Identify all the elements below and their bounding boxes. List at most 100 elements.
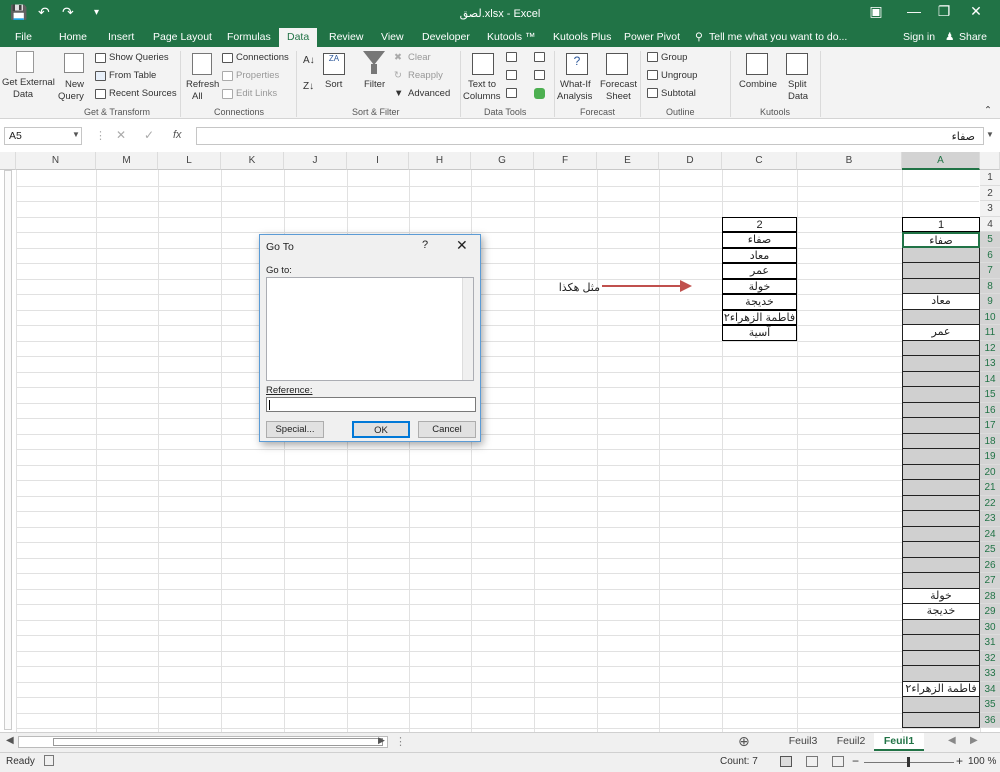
connections-button[interactable]: Connections [236, 52, 289, 63]
select-all-corner[interactable] [980, 152, 1000, 170]
tab-file[interactable]: File [14, 28, 33, 47]
subtotal-button[interactable]: Subtotal [661, 88, 696, 99]
tab-developer[interactable]: Developer [421, 28, 471, 47]
row-header-12[interactable]: 12 [980, 340, 1000, 356]
tab-kutools-plus[interactable]: Kutools Plus [552, 28, 612, 47]
scroll-right-icon[interactable]: ▶ [378, 735, 385, 746]
selected-cell[interactable] [902, 650, 980, 666]
new-query-label[interactable]: New [65, 79, 84, 90]
row-header-30[interactable]: 30 [980, 619, 1000, 635]
selected-cell[interactable] [902, 263, 980, 279]
selected-cell[interactable] [902, 526, 980, 542]
cell-a9[interactable]: معاد [902, 294, 980, 310]
horizontal-scrollbar[interactable] [18, 736, 388, 748]
column-header-k[interactable]: K [221, 152, 284, 170]
selected-cell[interactable] [902, 666, 980, 682]
manage-data-model-icon[interactable] [534, 88, 545, 99]
edit-links-button[interactable]: Edit Links [236, 88, 277, 99]
get-external-data-label[interactable]: Get External [2, 77, 55, 88]
row-header-20[interactable]: 20 [980, 464, 1000, 480]
column-header-m[interactable]: M [96, 152, 158, 170]
dialog-close-icon[interactable]: ✕ [456, 237, 468, 254]
name-box[interactable]: A5 [4, 127, 82, 145]
cell-a4[interactable]: 1 [902, 216, 980, 232]
row-header-32[interactable]: 32 [980, 650, 1000, 666]
row-header-27[interactable]: 27 [980, 573, 1000, 589]
what-if-sub[interactable]: Analysis [557, 91, 592, 102]
sign-in-link[interactable]: Sign in [902, 28, 936, 47]
cell-c4[interactable]: 2 [722, 216, 797, 232]
cell-c10[interactable]: فاطمة الزهراء٢ [722, 309, 797, 325]
row-header-26[interactable]: 26 [980, 557, 1000, 573]
sort-az-icon[interactable]: A↓ [303, 55, 315, 66]
goto-listbox[interactable] [266, 277, 474, 381]
page-layout-view-icon[interactable] [806, 756, 818, 767]
row-header-34[interactable]: 34 [980, 681, 1000, 697]
selected-cell[interactable] [902, 511, 980, 527]
clear-button[interactable]: Clear [408, 52, 431, 63]
get-external-data-sub[interactable]: Data [13, 89, 33, 100]
flash-fill-icon[interactable] [506, 52, 517, 62]
zoom-in-icon[interactable]: + [956, 754, 963, 768]
selected-cell[interactable] [902, 387, 980, 403]
redo-icon[interactable]: ↷ [62, 4, 74, 21]
text-to-columns-label[interactable]: Text to [468, 79, 496, 90]
selected-cell[interactable] [902, 371, 980, 387]
row-header-7[interactable]: 7 [980, 263, 1000, 279]
remove-duplicates-icon[interactable] [506, 70, 517, 80]
row-header-4[interactable]: 4 [980, 216, 1000, 232]
row-header-36[interactable]: 36 [980, 712, 1000, 728]
row-header-16[interactable]: 16 [980, 402, 1000, 418]
cell-c5[interactable]: صفاء [722, 232, 797, 248]
zoom-out-icon[interactable]: − [852, 754, 859, 768]
expand-formula-icon[interactable]: ▼ [986, 130, 994, 139]
cell-c7[interactable]: عمر [722, 263, 797, 279]
column-header-a[interactable]: A [902, 152, 980, 170]
cell-c9[interactable]: خديجة [722, 294, 797, 310]
column-header-e[interactable]: E [597, 152, 659, 170]
row-header-13[interactable]: 13 [980, 356, 1000, 372]
row-header-25[interactable]: 25 [980, 542, 1000, 558]
cell-c6[interactable]: معاد [722, 247, 797, 263]
row-header-22[interactable]: 22 [980, 495, 1000, 511]
special-button[interactable]: Special... [266, 421, 324, 438]
sheet-tab-feuil3[interactable]: Feuil3 [780, 733, 826, 751]
cell-a29[interactable]: خديجة [902, 604, 980, 620]
undo-icon[interactable]: ↶ [38, 4, 50, 21]
selected-cell[interactable] [902, 247, 980, 263]
row-header-19[interactable]: 19 [980, 449, 1000, 465]
selected-cell[interactable] [902, 619, 980, 635]
tab-review[interactable]: Review [328, 28, 364, 47]
restore-icon[interactable]: ❐ [930, 3, 958, 20]
reference-input[interactable] [266, 397, 476, 412]
row-header-14[interactable]: 14 [980, 371, 1000, 387]
selected-cell[interactable] [902, 402, 980, 418]
selected-cell[interactable] [902, 635, 980, 651]
selected-cell[interactable] [902, 309, 980, 325]
cell-a28[interactable]: خولة [902, 589, 980, 605]
sheet-tab-feuil2[interactable]: Feuil2 [828, 733, 874, 751]
tab-power-pivot[interactable]: Power Pivot [623, 28, 681, 47]
row-header-11[interactable]: 11 [980, 325, 1000, 341]
sheet-tab-feuil1[interactable]: Feuil1 [874, 733, 924, 751]
tab-scroll-right-icon[interactable]: ▶ [970, 735, 978, 746]
cell-a5[interactable]: صفاء [902, 232, 980, 248]
filter-button[interactable]: Filter [364, 79, 385, 90]
selected-cell[interactable] [902, 464, 980, 480]
sort-za-icon[interactable]: Z↓ [303, 81, 314, 92]
row-header-17[interactable]: 17 [980, 418, 1000, 434]
row-header-2[interactable]: 2 [980, 185, 1000, 201]
cell-a34[interactable]: فاطمة الزهراء٢ [902, 682, 980, 698]
column-header-g[interactable]: G [471, 152, 534, 170]
row-header-24[interactable]: 24 [980, 526, 1000, 542]
row-header-9[interactable]: 9 [980, 294, 1000, 310]
tab-scroll-left-icon[interactable]: ◀ [948, 735, 956, 746]
split-data-sub[interactable]: Data [788, 91, 808, 102]
name-box-dropdown-icon[interactable]: ▼ [72, 130, 80, 139]
page-break-view-icon[interactable] [832, 756, 844, 767]
tab-page-layout[interactable]: Page Layout [152, 28, 213, 47]
what-if-label[interactable]: What-If [560, 79, 591, 90]
share-button[interactable]: Share [958, 28, 988, 47]
recent-sources-button[interactable]: Recent Sources [109, 88, 177, 99]
tab-insert[interactable]: Insert [107, 28, 135, 47]
